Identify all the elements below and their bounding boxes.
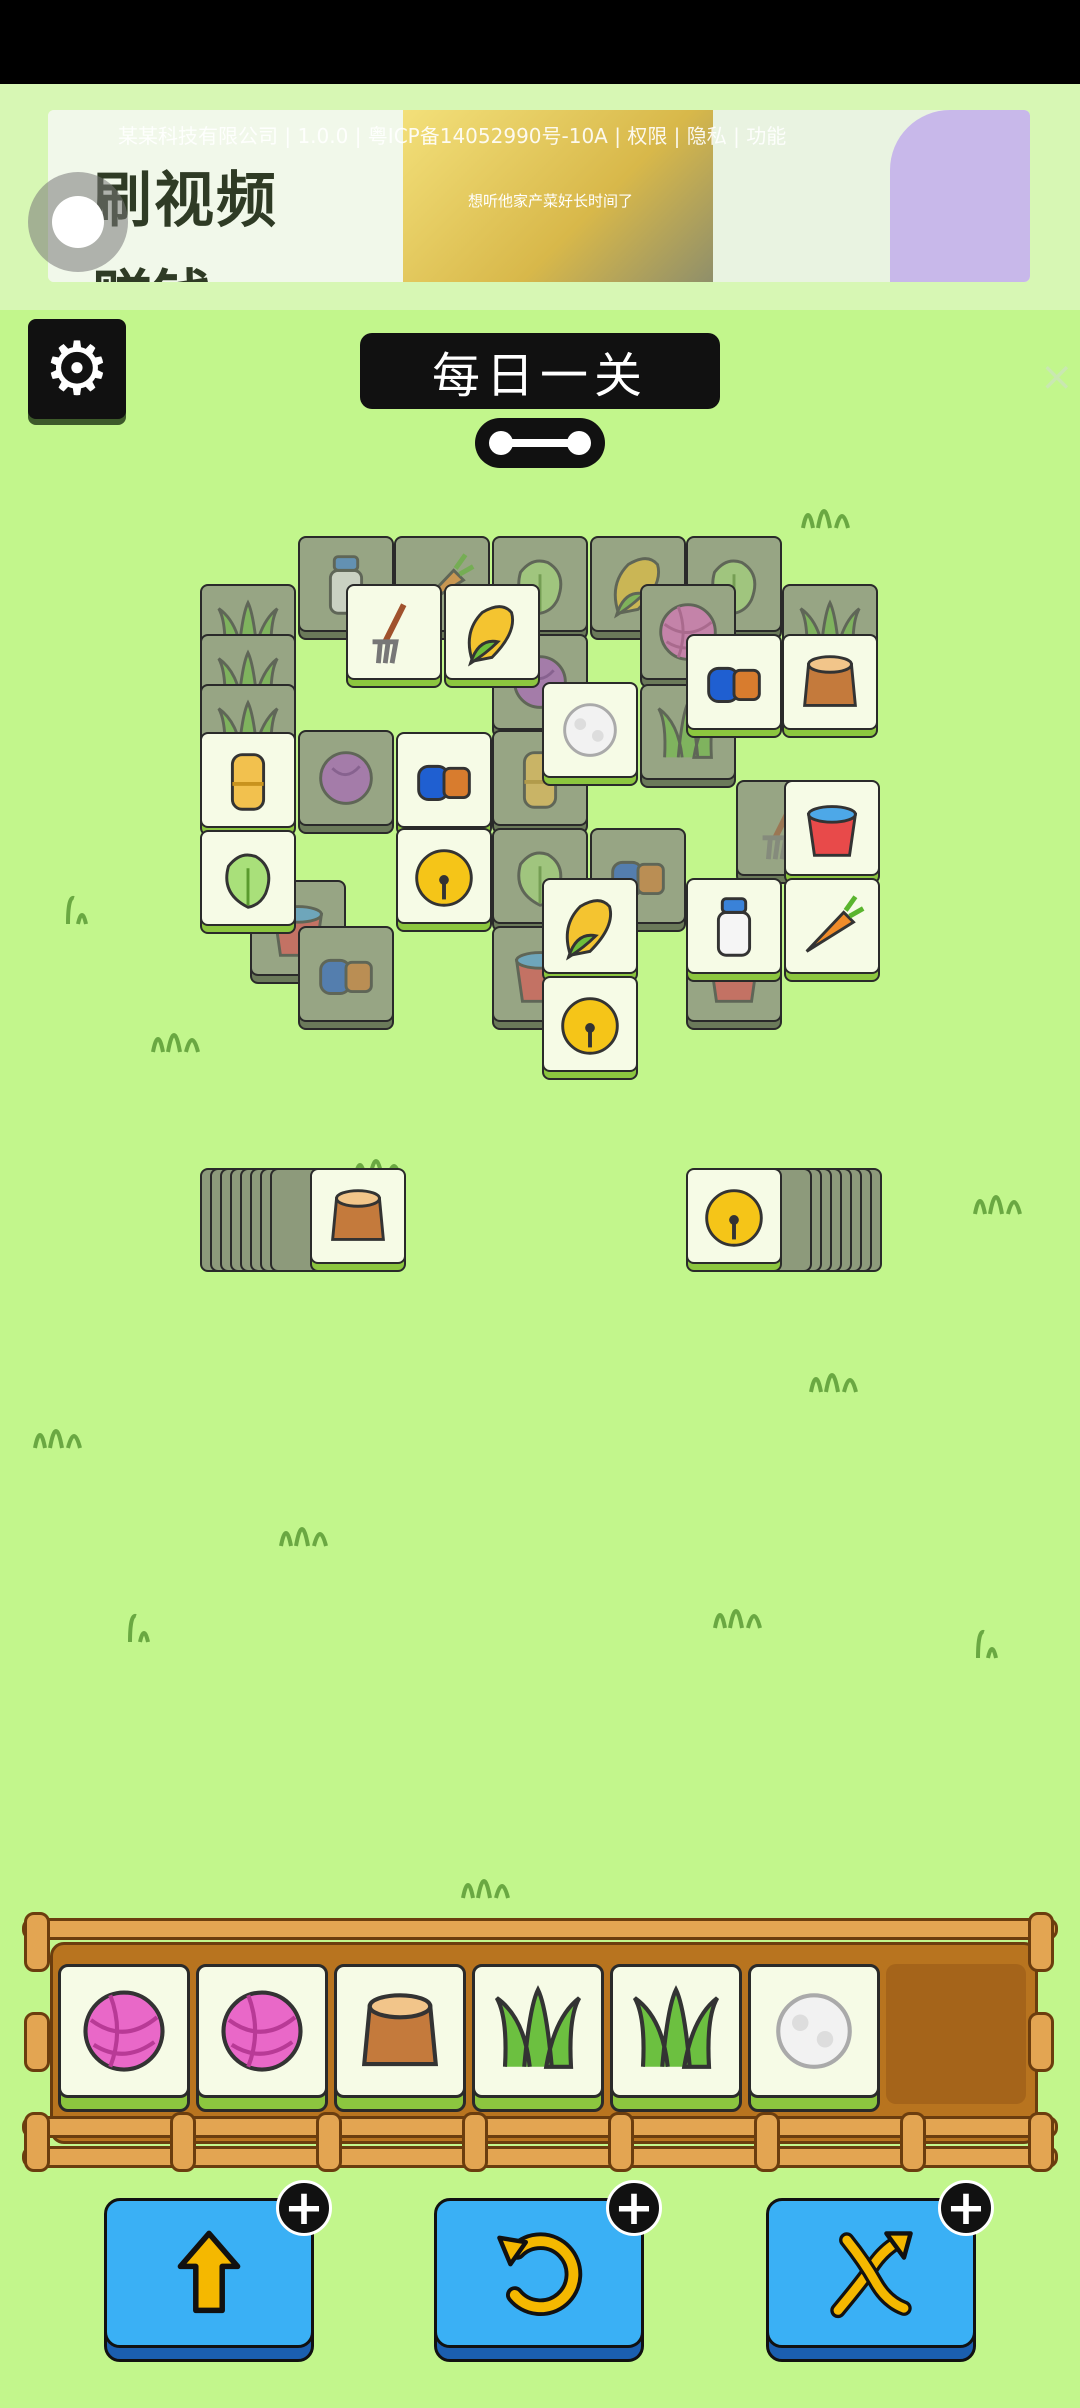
- right-stack-top-tile[interactable]: [686, 1168, 782, 1272]
- grass-decoration: [461, 1879, 510, 1899]
- board-tile[interactable]: [200, 732, 296, 836]
- status-bar: [0, 0, 1080, 84]
- ad-card[interactable]: 刷视频 赚钱 某某科技有限公司 | 1.0.0 | 粤ICP备14052990号…: [48, 110, 1030, 282]
- ad-close-icon[interactable]: ×: [1040, 354, 1074, 400]
- board-tile[interactable]: [396, 732, 492, 836]
- board-tile[interactable]: [346, 584, 442, 688]
- ad-toggle[interactable]: [28, 172, 128, 272]
- tray-slot: [58, 1964, 190, 2112]
- brush-icon: [405, 741, 483, 819]
- shuffle-icon: [830, 2231, 913, 2319]
- grass-decoration: [128, 1613, 150, 1643]
- ad-banner[interactable]: 刷视频 赚钱 某某科技有限公司 | 1.0.0 | 粤ICP备14052990号…: [0, 84, 1080, 400]
- left-side-stack: [200, 1168, 406, 1272]
- move-out-icon: [177, 2230, 241, 2314]
- corn-icon: [453, 593, 531, 671]
- board-tile: [298, 730, 394, 834]
- fence-post: [900, 2112, 926, 2172]
- undo-button[interactable]: +: [434, 2180, 662, 2362]
- tray-slot: [196, 1964, 328, 2112]
- fence-post: [24, 1912, 50, 1972]
- fence-post: [24, 2112, 50, 2172]
- board-tile[interactable]: [782, 634, 878, 738]
- grass-decoration: [713, 1609, 762, 1629]
- grass-decoration: [151, 1033, 200, 1053]
- grass-icon: [621, 1976, 731, 2086]
- stump-icon: [791, 643, 869, 721]
- board-tile[interactable]: [686, 634, 782, 738]
- ad-caption: 想听他家产菜好长时间了: [468, 192, 634, 210]
- level-title: 每日一关: [360, 333, 720, 409]
- fence-post: [316, 2112, 342, 2172]
- brush-icon: [307, 935, 385, 1013]
- grass-decoration: [279, 1527, 328, 1547]
- collection-tray: [22, 1912, 1058, 2190]
- ad-info-line[interactable]: 某某科技有限公司 | 1.0.0 | 粤ICP备14052990号-10A | …: [118, 120, 1018, 149]
- cabbage-icon: [307, 739, 385, 817]
- board-tile[interactable]: [784, 878, 880, 982]
- board-tile: [298, 926, 394, 1030]
- yarn-icon: [69, 1976, 179, 2086]
- fence-post: [1028, 2012, 1054, 2072]
- grass-decoration: [66, 895, 88, 925]
- tray-slot: [472, 1964, 604, 2112]
- gear-icon: ⚙: [43, 326, 111, 412]
- grass-icon: [483, 1976, 593, 2086]
- board-tile[interactable]: [784, 780, 880, 884]
- right-side-stack: [686, 1168, 882, 1272]
- fence-post: [170, 2112, 196, 2172]
- brush-icon: [695, 643, 773, 721]
- plus-badge-icon[interactable]: +: [938, 2180, 994, 2236]
- yarn-icon: [207, 1976, 317, 2086]
- plus-badge-icon[interactable]: +: [276, 2180, 332, 2236]
- progress-start-dot: [489, 431, 513, 455]
- stump-icon: [319, 1177, 397, 1255]
- milk-icon: [695, 887, 773, 965]
- board-tile[interactable]: [200, 830, 296, 934]
- board-tile[interactable]: [542, 878, 638, 982]
- fence-post: [608, 2112, 634, 2172]
- fence-post: [24, 2012, 50, 2072]
- bell-icon: [695, 1177, 773, 1255]
- board-tile[interactable]: [396, 828, 492, 932]
- plus-badge-icon[interactable]: +: [606, 2180, 662, 2236]
- settings-button[interactable]: ⚙: [28, 319, 126, 419]
- shuffle-button[interactable]: +: [766, 2180, 994, 2362]
- bell-icon: [405, 837, 483, 915]
- grass-decoration: [801, 509, 850, 529]
- fence-post: [462, 2112, 488, 2172]
- grass-decoration: [976, 1629, 998, 1659]
- move-out-button[interactable]: +: [104, 2180, 332, 2362]
- stump-icon: [345, 1976, 455, 2086]
- wheat-icon: [209, 741, 287, 819]
- bucket-icon: [793, 789, 871, 867]
- fork-icon: [355, 593, 433, 671]
- grass-decoration: [973, 1195, 1022, 1215]
- level-progress: [475, 418, 605, 468]
- board-tile[interactable]: [542, 976, 638, 1080]
- board-tile[interactable]: [542, 682, 638, 786]
- tray-empty-slot: [886, 1964, 1026, 2104]
- cotton-icon: [551, 691, 629, 769]
- tray-rail-top: [22, 1918, 1058, 1940]
- fence-post: [754, 2112, 780, 2172]
- grass-decoration: [809, 1373, 858, 1393]
- undo-icon: [497, 2232, 583, 2316]
- lettuce-icon: [209, 839, 287, 917]
- board-tile[interactable]: [686, 878, 782, 982]
- corn-icon: [551, 887, 629, 965]
- progress-end-dot: [567, 431, 591, 455]
- tray-slot: [748, 1964, 880, 2112]
- tray-slot: [610, 1964, 742, 2112]
- tray-slot: [334, 1964, 466, 2112]
- fence-post: [1028, 2112, 1054, 2172]
- carrot-icon: [793, 887, 871, 965]
- bell-icon: [551, 985, 629, 1063]
- fence-post: [1028, 1912, 1054, 1972]
- board-tile[interactable]: [444, 584, 540, 688]
- grass-decoration: [33, 1429, 82, 1449]
- left-stack-top-tile[interactable]: [310, 1168, 406, 1272]
- cotton-icon: [759, 1976, 869, 2086]
